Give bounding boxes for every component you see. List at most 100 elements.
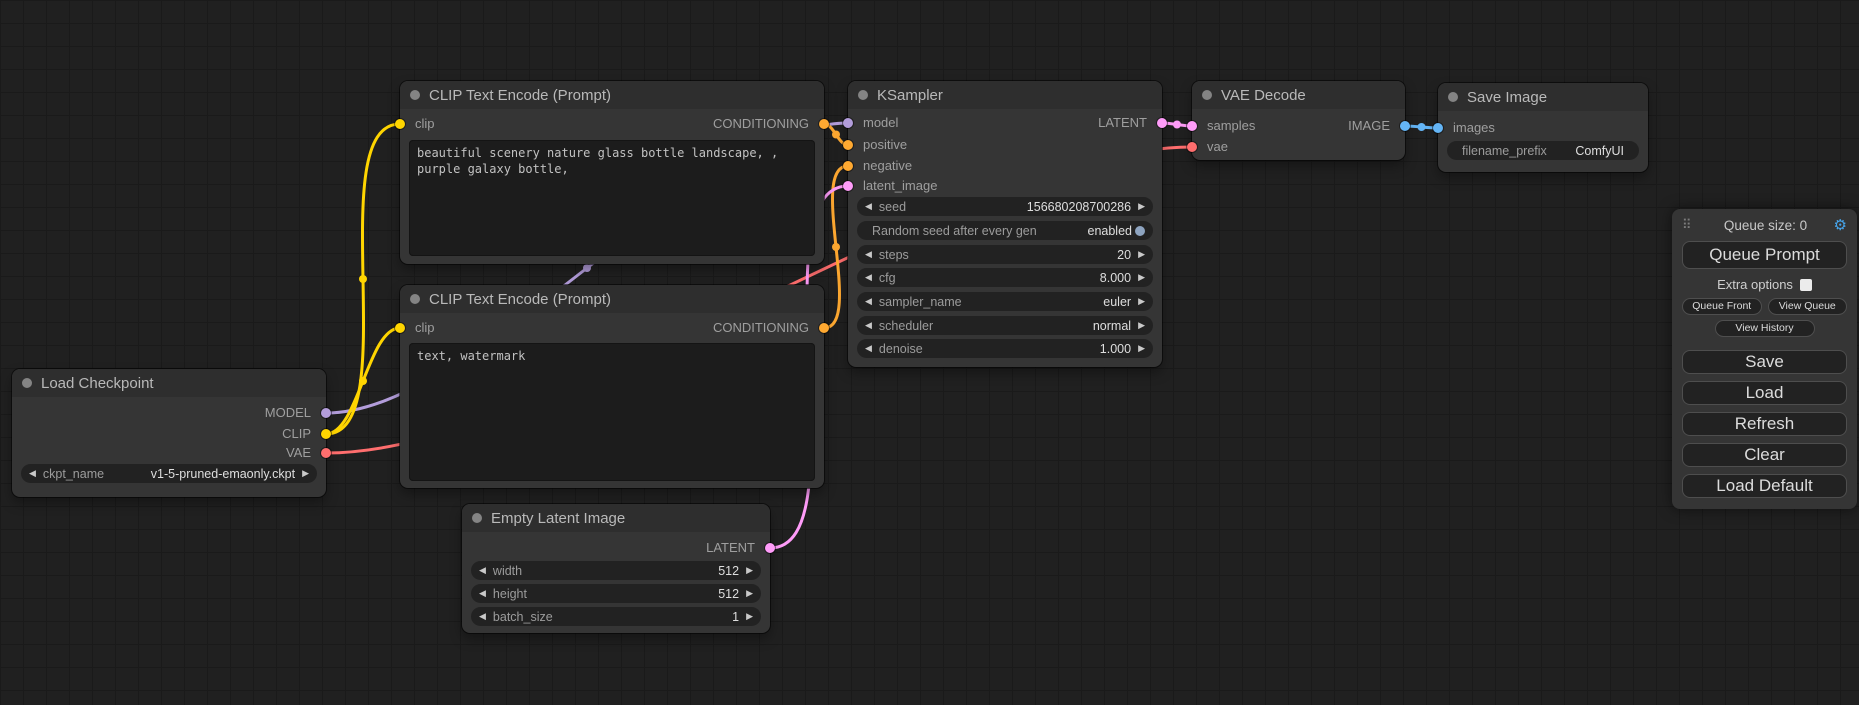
increment-arrow-icon[interactable]: ▶: [746, 566, 753, 575]
output-dot-LATENT[interactable]: [765, 543, 775, 553]
decrement-arrow-icon[interactable]: ◀: [865, 297, 872, 306]
widget-value: euler: [1103, 295, 1131, 309]
node-collapse-dot[interactable]: [858, 90, 868, 100]
prompt-textarea[interactable]: text, watermark: [409, 343, 815, 481]
increment-arrow-icon[interactable]: ▶: [1138, 297, 1145, 306]
node-title-bar[interactable]: CLIP Text Encode (Prompt): [400, 285, 824, 313]
decrement-arrow-icon[interactable]: ◀: [479, 612, 486, 621]
queue-front-button[interactable]: Queue Front: [1682, 298, 1762, 315]
output-slot-CONDITIONING: CONDITIONING: [400, 115, 824, 133]
drag-handle-icon[interactable]: ⠿: [1682, 217, 1692, 233]
node-title-bar[interactable]: VAE Decode: [1192, 81, 1405, 109]
output-label: LATENT: [706, 540, 755, 555]
widget-steps[interactable]: ◀ steps 20 ▶: [857, 245, 1153, 264]
save-button[interactable]: Save: [1682, 350, 1847, 374]
increment-arrow-icon[interactable]: ▶: [1138, 321, 1145, 330]
widget-scheduler[interactable]: ◀ scheduler normal ▶: [857, 316, 1153, 335]
input-dot-vae[interactable]: [1187, 142, 1197, 152]
node-clip-text-encode-negative[interactable]: CLIP Text Encode (Prompt) clip CONDITION…: [400, 285, 824, 488]
widget-name: cfg: [879, 271, 896, 285]
increment-arrow-icon[interactable]: ▶: [746, 589, 753, 598]
node-save-image[interactable]: Save Image images filename_prefix ComfyU…: [1438, 83, 1648, 172]
node-collapse-dot[interactable]: [472, 513, 482, 523]
node-collapse-dot[interactable]: [22, 378, 32, 388]
queue-prompt-button[interactable]: Queue Prompt: [1682, 241, 1847, 269]
link-midpoint-dot: [1173, 121, 1181, 129]
widget-random-seed-toggle[interactable]: Random seed after every gen enabled: [857, 221, 1153, 240]
settings-gear-icon[interactable]: ⚙: [1834, 218, 1847, 233]
widget-seed[interactable]: ◀ seed 156680208700286 ▶: [857, 197, 1153, 216]
widget-value: 20: [1117, 248, 1131, 262]
node-title-bar[interactable]: Empty Latent Image: [462, 504, 770, 532]
output-label: VAE: [286, 445, 311, 460]
node-title-bar[interactable]: KSampler: [848, 81, 1162, 109]
node-clip-text-encode-positive[interactable]: CLIP Text Encode (Prompt) clip CONDITION…: [400, 81, 824, 264]
widget-name: seed: [879, 200, 906, 214]
decrement-arrow-icon[interactable]: ◀: [865, 250, 872, 259]
widget-height[interactable]: ◀ height 512 ▶: [471, 584, 761, 603]
output-dot-LATENT[interactable]: [1157, 118, 1167, 128]
decrement-arrow-icon[interactable]: ◀: [865, 273, 872, 282]
output-slot-VAE: VAE: [12, 444, 326, 462]
queue-panel-header: ⠿ Queue size: 0 ⚙: [1682, 217, 1847, 233]
refresh-button[interactable]: Refresh: [1682, 412, 1847, 436]
node-collapse-dot[interactable]: [410, 294, 420, 304]
node-collapse-dot[interactable]: [1448, 92, 1458, 102]
output-slot-IMAGE: IMAGE: [1192, 117, 1405, 135]
decrement-arrow-icon[interactable]: ◀: [865, 202, 872, 211]
extra-options-checkbox[interactable]: [1800, 279, 1812, 291]
increment-arrow-icon[interactable]: ▶: [1138, 202, 1145, 211]
queue-panel: ⠿ Queue size: 0 ⚙ Queue Prompt Extra opt…: [1672, 209, 1857, 509]
node-title-bar[interactable]: CLIP Text Encode (Prompt): [400, 81, 824, 109]
decrement-arrow-icon[interactable]: ◀: [479, 566, 486, 575]
increment-arrow-icon[interactable]: ▶: [746, 612, 753, 621]
increment-arrow-icon[interactable]: ▶: [302, 469, 309, 478]
output-dot-CLIP[interactable]: [321, 429, 331, 439]
output-dot-CONDITIONING[interactable]: [819, 119, 829, 129]
load-button[interactable]: Load: [1682, 381, 1847, 405]
input-dot-negative[interactable]: [843, 161, 853, 171]
output-dot-VAE[interactable]: [321, 448, 331, 458]
node-title-bar[interactable]: Save Image: [1438, 83, 1648, 111]
clear-button[interactable]: Clear: [1682, 443, 1847, 467]
widget-filename_prefix[interactable]: filename_prefix ComfyUI: [1447, 141, 1639, 160]
load-default-button[interactable]: Load Default: [1682, 474, 1847, 498]
widget-cfg[interactable]: ◀ cfg 8.000 ▶: [857, 268, 1153, 287]
input-dot-positive[interactable]: [843, 140, 853, 150]
decrement-arrow-icon[interactable]: ◀: [865, 321, 872, 330]
widget-ckpt_name[interactable]: ◀ ckpt_name v1-5-pruned-emaonly.ckpt ▶: [21, 464, 317, 483]
input-dot-latent_image[interactable]: [843, 181, 853, 191]
increment-arrow-icon[interactable]: ▶: [1138, 344, 1145, 353]
input-slot-vae: vae: [1192, 138, 1405, 156]
widget-denoise[interactable]: ◀ denoise 1.000 ▶: [857, 339, 1153, 358]
increment-arrow-icon[interactable]: ▶: [1138, 273, 1145, 282]
input-dot-images[interactable]: [1433, 123, 1443, 133]
view-history-button[interactable]: View History: [1715, 320, 1815, 337]
node-load-checkpoint[interactable]: Load Checkpoint MODEL CLIP VAE ◀ ckpt_na…: [12, 369, 326, 497]
output-dot-CONDITIONING[interactable]: [819, 323, 829, 333]
node-title-bar[interactable]: Load Checkpoint: [12, 369, 326, 397]
widget-sampler_name[interactable]: ◀ sampler_name euler ▶: [857, 292, 1153, 311]
node-title: CLIP Text Encode (Prompt): [429, 87, 611, 104]
widget-width[interactable]: ◀ width 512 ▶: [471, 561, 761, 580]
node-collapse-dot[interactable]: [410, 90, 420, 100]
output-label: CONDITIONING: [713, 116, 809, 131]
input-slot-negative: negative: [848, 157, 1162, 175]
node-collapse-dot[interactable]: [1202, 90, 1212, 100]
input-label: vae: [1207, 139, 1228, 154]
prompt-textarea[interactable]: beautiful scenery nature glass bottle la…: [409, 140, 815, 256]
output-dot-MODEL[interactable]: [321, 408, 331, 418]
decrement-arrow-icon[interactable]: ◀: [479, 589, 486, 598]
decrement-arrow-icon[interactable]: ◀: [29, 469, 36, 478]
decrement-arrow-icon[interactable]: ◀: [865, 344, 872, 353]
node-vae-decode[interactable]: VAE Decode samples vae IMAGE: [1192, 81, 1405, 160]
node-graph-canvas[interactable]: Load Checkpoint MODEL CLIP VAE ◀ ckpt_na…: [0, 0, 1859, 705]
increment-arrow-icon[interactable]: ▶: [1138, 250, 1145, 259]
input-slot-latent_image: latent_image: [848, 177, 1162, 195]
node-empty-latent-image[interactable]: Empty Latent Image LATENT ◀ width 512 ▶ …: [462, 504, 770, 633]
output-dot-IMAGE[interactable]: [1400, 121, 1410, 131]
view-queue-button[interactable]: View Queue: [1768, 298, 1848, 315]
extra-options-row: Extra options: [1682, 277, 1847, 292]
widget-batch_size[interactable]: ◀ batch_size 1 ▶: [471, 607, 761, 626]
node-ksampler[interactable]: KSampler model positive negative latent_…: [848, 81, 1162, 367]
